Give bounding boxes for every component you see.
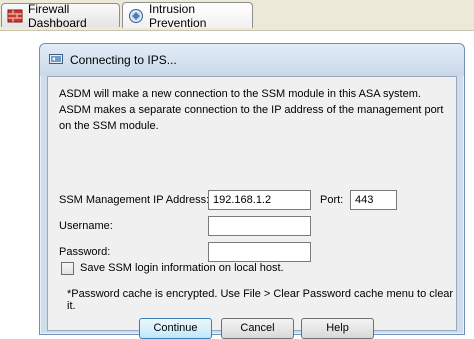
username-field[interactable]: [208, 216, 311, 236]
ips-connect-icon: [48, 51, 64, 70]
tab-label: Intrusion Prevention: [149, 1, 207, 30]
cancel-button[interactable]: Cancel: [221, 318, 294, 339]
continue-button[interactable]: Continue: [139, 318, 212, 339]
help-button[interactable]: Help: [301, 318, 374, 339]
connecting-dialog: Connecting to IPS... ASDM will make a ne…: [39, 43, 465, 339]
dialog-body: ASDM will make a new connection to the S…: [47, 76, 457, 339]
port-field[interactable]: 443: [350, 190, 397, 210]
username-label: Username:: [59, 220, 113, 232]
dialog-titlebar[interactable]: Connecting to IPS...: [40, 44, 464, 76]
tab-label: Firewall Dashboard: [28, 1, 87, 30]
password-label: Password:: [59, 246, 111, 258]
save-login-label[interactable]: Save SSM login information on local host…: [80, 262, 284, 274]
ip-address-label: SSM Management IP Address:: [59, 194, 210, 206]
port-label: Port:: [320, 194, 344, 206]
dialog-title: Connecting to IPS...: [70, 53, 177, 67]
tab-firewall-dashboard[interactable]: Firewall Dashboard: [1, 1, 120, 30]
ips-icon: [128, 8, 144, 24]
firewall-icon: [7, 8, 23, 24]
password-cache-note: *Password cache is encrypted. Use File >…: [67, 288, 454, 312]
tab-bar: Firewall Dashboard Intrusion Prevention: [0, 0, 474, 31]
ip-address-field[interactable]: 192.168.1.2: [208, 190, 311, 210]
save-login-checkbox[interactable]: [61, 262, 74, 275]
password-field[interactable]: [208, 242, 311, 262]
tab-intrusion-prevention[interactable]: Intrusion Prevention: [122, 1, 253, 30]
dialog-description: ASDM will make a new connection to the S…: [59, 88, 444, 132]
